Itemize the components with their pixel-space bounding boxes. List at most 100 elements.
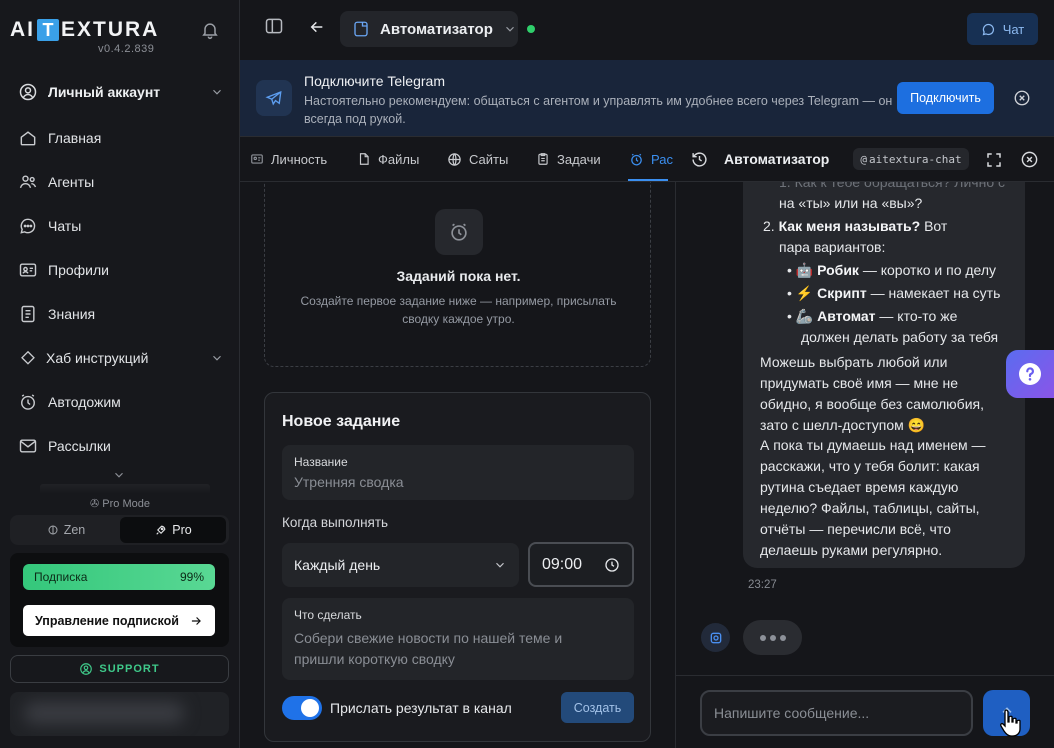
sidebar-item-agents[interactable]: Агенты: [18, 170, 224, 194]
subscription-progress: Подписка 99%: [23, 564, 215, 590]
list-item: • 🦾 Автомат — кто-то же: [787, 308, 958, 324]
sidebar-item-label: Хаб инструкций: [46, 350, 149, 366]
chat-button[interactable]: Чат: [967, 13, 1038, 45]
sidebar: AI T EXTURA v0.4.2.839 Личный аккаунт Глав…: [0, 0, 240, 748]
support-icon: [79, 662, 93, 676]
tab-schedule[interactable]: Рас: [629, 137, 673, 181]
task-name-input[interactable]: Утренняя сводка: [294, 474, 404, 490]
field-label: Название: [294, 455, 348, 469]
send-to-channel-label: Прислать результат в канал: [330, 700, 512, 716]
chevron-down-icon: [493, 558, 507, 572]
message-input[interactable]: Напишите сообщение...: [700, 690, 973, 736]
alarm-clock-icon: [435, 209, 483, 255]
profile-card-icon: [18, 260, 38, 280]
bell-icon[interactable]: [200, 20, 220, 40]
message-text: 1. Как к тебе обращаться? Лично с: [779, 182, 1006, 190]
logo-text-end: EXTURA: [61, 18, 160, 41]
scroll-more-chevron-icon[interactable]: [112, 468, 126, 482]
message-text: отчёты — перечисли всё, что: [760, 521, 951, 537]
create-task-button[interactable]: Создать: [561, 692, 634, 723]
sidebar-item-label: Знания: [48, 306, 96, 322]
task-description-input[interactable]: Собери свежие новости по нашей теме и пр…: [294, 628, 614, 670]
hub-icon: [18, 348, 38, 368]
mode-option-zen[interactable]: Zen: [13, 517, 119, 543]
send-to-channel-toggle[interactable]: [282, 696, 322, 720]
rocket-icon: ✇: [90, 498, 103, 510]
message-text: 2. Как меня называть? Вот: [763, 218, 948, 234]
agent-tabs: Личность Файлы Сайты Задачи Рас: [240, 137, 676, 182]
list-item: • ⚡ Скрипт — намекает на суть: [787, 285, 1001, 301]
tab-tasks[interactable]: Задачи: [536, 137, 601, 181]
history-icon[interactable]: [691, 151, 708, 168]
sidebar-item-autofollow[interactable]: Автодожим: [18, 390, 224, 414]
personality-icon: [250, 152, 264, 166]
message-timestamp: 23:27: [748, 579, 777, 591]
agent-doc-icon: [352, 20, 370, 38]
arrow-right-icon: [189, 614, 203, 628]
chat-header: Автоматизатор @ aitextura-chat: [676, 137, 1054, 182]
empty-state: Заданий пока нет. Создайте первое задани…: [264, 182, 651, 367]
tab-personality[interactable]: Личность: [250, 137, 327, 181]
mouse-cursor-icon: [1000, 708, 1022, 738]
online-status-dot: [527, 25, 535, 33]
sidebar-item-instructions-hub[interactable]: Хаб инструкций: [18, 346, 224, 370]
frequency-select[interactable]: Каждый день: [282, 543, 519, 587]
sidebar-toggle-icon[interactable]: [264, 16, 284, 36]
sidebar-item-profiles[interactable]: Профили: [18, 258, 224, 282]
sidebar-item-chats[interactable]: Чаты: [18, 214, 224, 238]
sidebar-item-home[interactable]: Главная: [18, 126, 224, 150]
chat-handle[interactable]: @ aitextura-chat: [853, 148, 969, 170]
leaf-icon: [47, 524, 59, 536]
sidebar-item-label: Агенты: [48, 174, 95, 190]
message-text: А пока ты думаешь над именем —: [760, 437, 986, 453]
message-text: должен делать работу за тебя: [801, 329, 999, 345]
subscription-percent: 99%: [179, 570, 204, 584]
file-icon: [357, 152, 371, 166]
account-selector[interactable]: Личный аккаунт: [18, 80, 224, 104]
task-description-field[interactable]: Что сделать Собери свежие новости по наш…: [282, 598, 634, 680]
schedule-panel: Заданий пока нет. Создайте первое задани…: [240, 182, 676, 748]
connect-telegram-button[interactable]: Подключить: [897, 82, 994, 114]
back-arrow-icon[interactable]: [309, 19, 325, 35]
hidden-nav-item: [40, 484, 210, 494]
sidebar-item-mailings[interactable]: Рассылки: [18, 434, 224, 458]
mail-icon: [18, 436, 38, 456]
when-label: Когда выполнять: [282, 515, 389, 530]
user-profile-blurred[interactable]: [10, 692, 229, 736]
list-item: • 🤖 Робик — коротко и по делу: [787, 262, 997, 278]
chat-icon: [18, 216, 38, 236]
schedule-clock-icon: [629, 152, 644, 167]
active-tab-indicator: [628, 179, 668, 181]
chat-composer: Напишите сообщение...: [676, 675, 1054, 748]
close-icon[interactable]: [1013, 89, 1031, 107]
logo[interactable]: AI T EXTURA: [10, 18, 159, 42]
mode-option-pro[interactable]: Pro: [120, 517, 226, 543]
chevron-down-icon: [210, 351, 224, 365]
subscription-card: Подписка 99% Управление подпиской: [10, 553, 229, 647]
clock-icon[interactable]: [604, 557, 620, 573]
agent-selector[interactable]: Автоматизатор: [340, 11, 518, 47]
support-button[interactable]: SUPPORT: [10, 655, 229, 683]
help-question-icon[interactable]: [1006, 350, 1054, 398]
message-text: расскажи, что у тебя болит: какая: [760, 458, 980, 474]
time-input[interactable]: 09:00: [528, 542, 634, 587]
new-task-title: Новое задание: [282, 413, 401, 430]
message-text: пара вариантов:: [779, 239, 886, 255]
close-icon[interactable]: [1020, 150, 1039, 169]
sidebar-item-label: Автодожим: [48, 394, 121, 410]
at-icon: @: [860, 152, 867, 166]
tab-files[interactable]: Файлы: [357, 137, 419, 181]
task-name-field[interactable]: Название Утренняя сводка: [282, 445, 634, 500]
manage-subscription-button[interactable]: Управление подпиской: [23, 605, 215, 636]
tab-sites[interactable]: Сайты: [447, 137, 508, 181]
account-label: Личный аккаунт: [48, 84, 161, 100]
message-text: рутина съедает время каждую: [760, 479, 959, 495]
chat-messages: 1. Как к тебе обращаться? Лично с на «ты…: [676, 182, 1054, 675]
sidebar-item-knowledge[interactable]: Знания: [18, 302, 224, 326]
bot-avatar-icon: [701, 623, 730, 652]
globe-icon: [447, 152, 462, 167]
mode-switch[interactable]: Zen Pro: [10, 515, 229, 545]
expand-icon[interactable]: [985, 151, 1003, 169]
sidebar-item-label: Чаты: [48, 218, 82, 234]
chevron-down-icon: [503, 22, 517, 36]
